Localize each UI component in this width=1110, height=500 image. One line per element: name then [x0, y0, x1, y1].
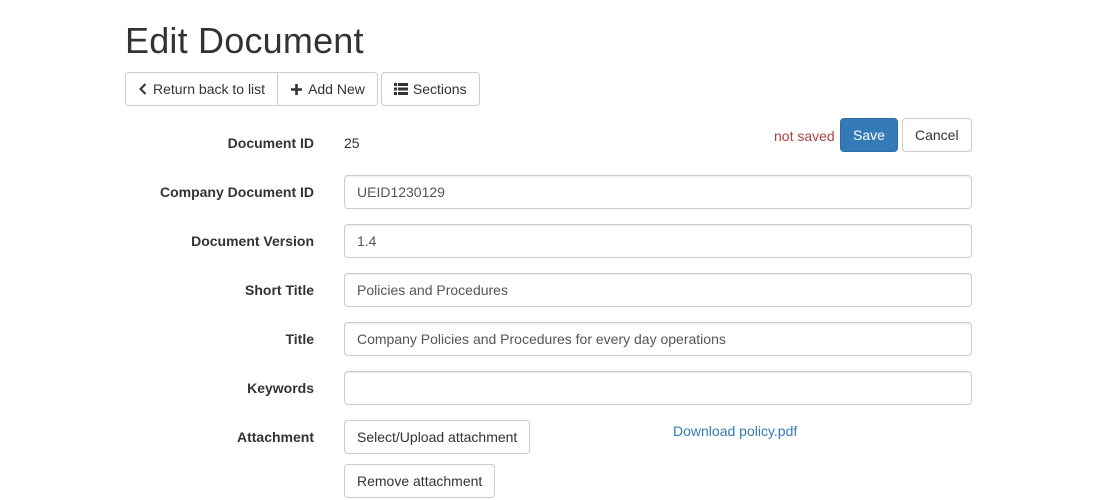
- keywords-row: Keywords: [0, 371, 1110, 405]
- sections-button[interactable]: Sections: [380, 72, 480, 106]
- short-title-label: Short Title: [245, 282, 314, 298]
- company-document-id-input[interactable]: [344, 175, 972, 209]
- sections-label: Sections: [412, 81, 467, 97]
- return-to-list-button[interactable]: Return back to list: [125, 72, 279, 106]
- company-document-id-label: Company Document ID: [159, 184, 314, 200]
- list-icon: [393, 83, 408, 95]
- keywords-input[interactable]: [344, 371, 972, 405]
- document-id-row: Document ID 25 not saved Save Cancel: [0, 118, 1110, 160]
- return-to-list-label: Return back to list: [153, 81, 266, 97]
- document-id-label: Document ID: [227, 135, 314, 151]
- edit-document-page: Edit Document Return back to list Add Ne…: [0, 0, 1110, 500]
- company-document-id-row: Company Document ID: [0, 175, 1110, 209]
- cancel-button[interactable]: Cancel: [902, 118, 972, 152]
- toolbar: Return back to list Add New Sections: [125, 72, 480, 106]
- add-new-label: Add New: [308, 81, 365, 97]
- title-input[interactable]: [344, 322, 972, 356]
- title-label: Title: [285, 331, 314, 347]
- short-title-row: Short Title: [0, 273, 1110, 307]
- download-attachment-link[interactable]: Download policy.pdf: [673, 414, 797, 448]
- page-title: Edit Document: [125, 20, 364, 61]
- attachment-row: Attachment Select/Upload attachment Down…: [0, 420, 1110, 454]
- chevron-left-icon: [138, 83, 148, 95]
- document-version-label: Document Version: [191, 233, 314, 249]
- save-status-text: not saved: [774, 128, 835, 144]
- document-id-value: 25: [344, 135, 360, 151]
- remove-attachment-button[interactable]: Remove attachment: [344, 464, 496, 498]
- save-button[interactable]: Save: [840, 118, 898, 152]
- short-title-input[interactable]: [344, 273, 972, 307]
- title-row: Title: [0, 322, 1110, 356]
- select-upload-attachment-button[interactable]: Select/Upload attachment: [344, 420, 531, 454]
- plus-icon: [290, 83, 303, 96]
- document-version-row: Document Version: [0, 224, 1110, 258]
- attachment-label: Attachment: [236, 429, 314, 445]
- add-new-button[interactable]: Add New: [277, 72, 378, 106]
- navigation-button-group: Return back to list Add New: [125, 72, 378, 106]
- keywords-label: Keywords: [247, 380, 314, 396]
- document-version-input[interactable]: [344, 224, 972, 258]
